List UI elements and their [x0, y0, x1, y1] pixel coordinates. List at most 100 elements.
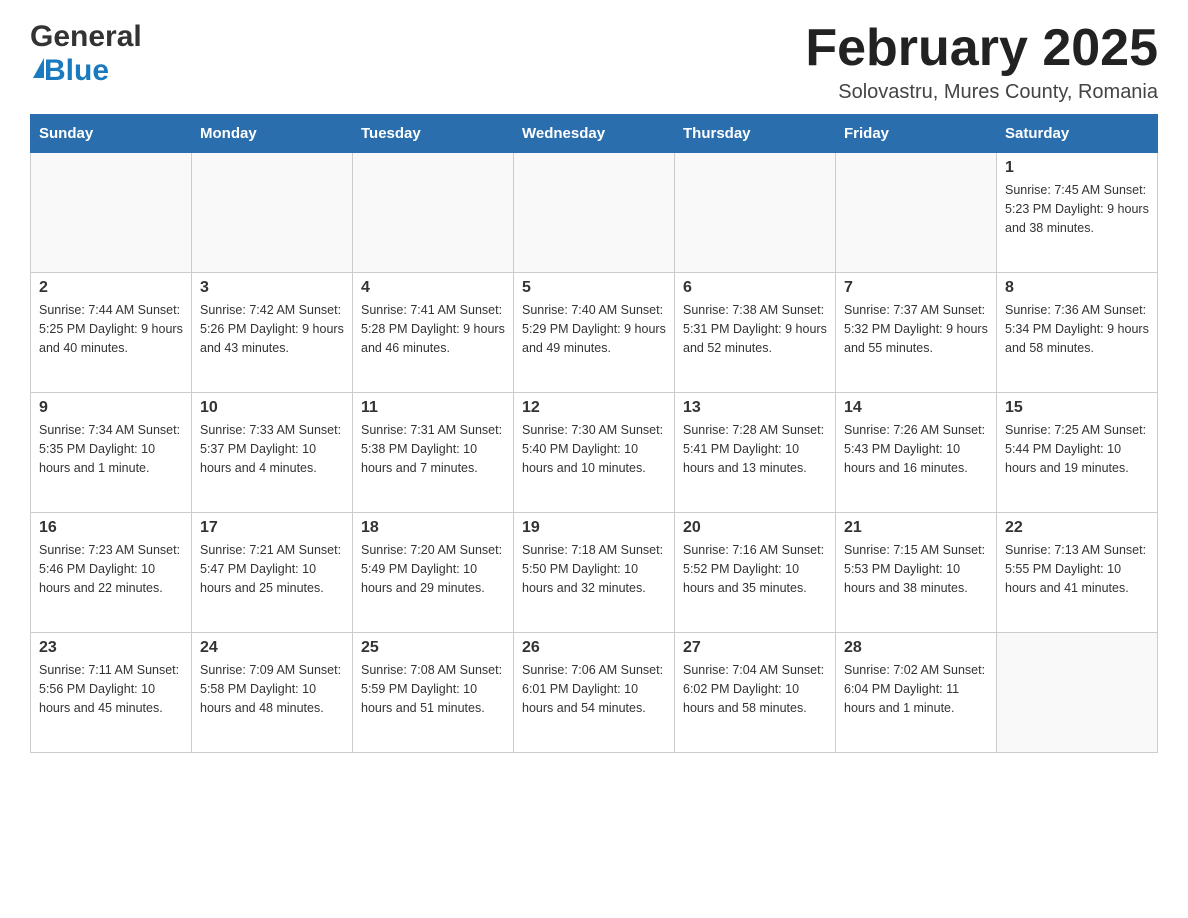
- day-number: 15: [1005, 399, 1149, 417]
- day-info: Sunrise: 7:42 AM Sunset: 5:26 PM Dayligh…: [200, 301, 344, 357]
- day-number: 20: [683, 519, 827, 537]
- month-title: February 2025: [805, 20, 1158, 77]
- calendar-day-cell: 6Sunrise: 7:38 AM Sunset: 5:31 PM Daylig…: [675, 273, 836, 393]
- day-info: Sunrise: 7:30 AM Sunset: 5:40 PM Dayligh…: [522, 421, 666, 477]
- day-number: 5: [522, 279, 666, 297]
- day-number: 8: [1005, 279, 1149, 297]
- day-info: Sunrise: 7:41 AM Sunset: 5:28 PM Dayligh…: [361, 301, 505, 357]
- calendar-day-cell: [675, 153, 836, 273]
- weekday-header-monday: Monday: [192, 115, 353, 153]
- calendar-day-cell: [514, 153, 675, 273]
- logo-blue-text: Blue: [44, 54, 109, 88]
- day-number: 2: [39, 279, 183, 297]
- calendar-day-cell: [353, 153, 514, 273]
- day-info: Sunrise: 7:33 AM Sunset: 5:37 PM Dayligh…: [200, 421, 344, 477]
- day-number: 19: [522, 519, 666, 537]
- day-number: 18: [361, 519, 505, 537]
- day-number: 12: [522, 399, 666, 417]
- day-info: Sunrise: 7:38 AM Sunset: 5:31 PM Dayligh…: [683, 301, 827, 357]
- day-info: Sunrise: 7:18 AM Sunset: 5:50 PM Dayligh…: [522, 541, 666, 597]
- day-number: 3: [200, 279, 344, 297]
- day-number: 11: [361, 399, 505, 417]
- day-info: Sunrise: 7:06 AM Sunset: 6:01 PM Dayligh…: [522, 661, 666, 717]
- calendar-week-row: 23 Sunrise: 7:11 AM Sunset: 5:56 PM Dayli…: [31, 633, 1158, 753]
- day-info: Sunrise: 7:34 AM Sunset: 5:35 PM Dayligh…: [39, 421, 183, 477]
- day-number: 9: [39, 399, 183, 417]
- day-info: Sunrise: 7:44 AM Sunset: 5:25 PM Dayligh…: [39, 301, 183, 357]
- page-header: General Blue February 2025 Solovastru, M…: [30, 20, 1158, 104]
- calendar-day-cell: 13 Sunrise: 7:28 AM Sunset: 5:41 PM Dayli…: [675, 393, 836, 513]
- day-info: Sunrise: 7:11 AM Sunset: 5:56 PM Dayligh…: [39, 661, 183, 717]
- day-info: Sunrise: 7:04 AM Sunset: 6:02 PM Dayligh…: [683, 661, 827, 717]
- weekday-header-friday: Friday: [836, 115, 997, 153]
- day-info: Sunrise: 7:15 AM Sunset: 5:53 PM Dayligh…: [844, 541, 988, 597]
- calendar-day-cell: 7 Sunrise: 7:37 AM Sunset: 5:32 PM Daylig…: [836, 273, 997, 393]
- weekday-header-saturday: Saturday: [997, 115, 1158, 153]
- day-number: 23: [39, 639, 183, 657]
- day-info: Sunrise: 7:21 AM Sunset: 5:47 PM Dayligh…: [200, 541, 344, 597]
- calendar-day-cell: 3 Sunrise: 7:42 AM Sunset: 5:26 PM Daylig…: [192, 273, 353, 393]
- calendar-day-cell: 1 Sunrise: 7:45 AM Sunset: 5:23 PM Daylig…: [997, 153, 1158, 273]
- day-info: Sunrise: 7:02 AM Sunset: 6:04 PM Dayligh…: [844, 661, 988, 717]
- day-number: 4: [361, 279, 505, 297]
- calendar-header-row: SundayMondayTuesdayWednesdayThursdayFrid…: [31, 115, 1158, 153]
- day-info: Sunrise: 7:26 AM Sunset: 5:43 PM Dayligh…: [844, 421, 988, 477]
- day-number: 26: [522, 639, 666, 657]
- logo: General Blue: [30, 20, 142, 88]
- calendar-day-cell: 25 Sunrise: 7:08 AM Sunset: 5:59 PM Dayli…: [353, 633, 514, 753]
- weekday-header-tuesday: Tuesday: [353, 115, 514, 153]
- day-number: 17: [200, 519, 344, 537]
- day-number: 14: [844, 399, 988, 417]
- day-info: Sunrise: 7:36 AM Sunset: 5:34 PM Dayligh…: [1005, 301, 1149, 357]
- day-number: 27: [683, 639, 827, 657]
- calendar-day-cell: 5Sunrise: 7:40 AM Sunset: 5:29 PM Daylig…: [514, 273, 675, 393]
- calendar-day-cell: 9 Sunrise: 7:34 AM Sunset: 5:35 PM Daylig…: [31, 393, 192, 513]
- calendar-day-cell: 2 Sunrise: 7:44 AM Sunset: 5:25 PM Daylig…: [31, 273, 192, 393]
- day-number: 28: [844, 639, 988, 657]
- logo-general-text: General: [30, 20, 142, 54]
- calendar-week-row: 2 Sunrise: 7:44 AM Sunset: 5:25 PM Daylig…: [31, 273, 1158, 393]
- calendar-day-cell: 12 Sunrise: 7:30 AM Sunset: 5:40 PM Dayli…: [514, 393, 675, 513]
- day-info: Sunrise: 7:31 AM Sunset: 5:38 PM Dayligh…: [361, 421, 505, 477]
- calendar-day-cell: 26 Sunrise: 7:06 AM Sunset: 6:01 PM Dayli…: [514, 633, 675, 753]
- calendar-day-cell: 8 Sunrise: 7:36 AM Sunset: 5:34 PM Daylig…: [997, 273, 1158, 393]
- weekday-header-wednesday: Wednesday: [514, 115, 675, 153]
- day-number: 22: [1005, 519, 1149, 537]
- calendar-day-cell: 21 Sunrise: 7:15 AM Sunset: 5:53 PM Dayli…: [836, 513, 997, 633]
- calendar-day-cell: 11 Sunrise: 7:31 AM Sunset: 5:38 PM Dayli…: [353, 393, 514, 513]
- calendar-day-cell: [192, 153, 353, 273]
- calendar-week-row: 16 Sunrise: 7:23 AM Sunset: 5:46 PM Dayli…: [31, 513, 1158, 633]
- calendar-day-cell: 22 Sunrise: 7:13 AM Sunset: 5:55 PM Dayli…: [997, 513, 1158, 633]
- calendar-day-cell: 10Sunrise: 7:33 AM Sunset: 5:37 PM Dayli…: [192, 393, 353, 513]
- day-number: 16: [39, 519, 183, 537]
- day-info: Sunrise: 7:13 AM Sunset: 5:55 PM Dayligh…: [1005, 541, 1149, 597]
- calendar-day-cell: 24Sunrise: 7:09 AM Sunset: 5:58 PM Dayli…: [192, 633, 353, 753]
- day-info: Sunrise: 7:45 AM Sunset: 5:23 PM Dayligh…: [1005, 181, 1149, 237]
- day-info: Sunrise: 7:08 AM Sunset: 5:59 PM Dayligh…: [361, 661, 505, 717]
- day-info: Sunrise: 7:28 AM Sunset: 5:41 PM Dayligh…: [683, 421, 827, 477]
- calendar-day-cell: 4 Sunrise: 7:41 AM Sunset: 5:28 PM Daylig…: [353, 273, 514, 393]
- location-subtitle: Solovastru, Mures County, Romania: [805, 81, 1158, 104]
- day-info: Sunrise: 7:23 AM Sunset: 5:46 PM Dayligh…: [39, 541, 183, 597]
- calendar-day-cell: 14 Sunrise: 7:26 AM Sunset: 5:43 PM Dayli…: [836, 393, 997, 513]
- day-info: Sunrise: 7:09 AM Sunset: 5:58 PM Dayligh…: [200, 661, 344, 717]
- weekday-header-thursday: Thursday: [675, 115, 836, 153]
- calendar-week-row: 9 Sunrise: 7:34 AM Sunset: 5:35 PM Daylig…: [31, 393, 1158, 513]
- calendar-day-cell: 17 Sunrise: 7:21 AM Sunset: 5:47 PM Dayli…: [192, 513, 353, 633]
- day-number: 7: [844, 279, 988, 297]
- calendar-day-cell: [31, 153, 192, 273]
- day-number: 1: [1005, 159, 1149, 177]
- calendar-day-cell: 16 Sunrise: 7:23 AM Sunset: 5:46 PM Dayli…: [31, 513, 192, 633]
- day-info: Sunrise: 7:37 AM Sunset: 5:32 PM Dayligh…: [844, 301, 988, 357]
- day-number: 13: [683, 399, 827, 417]
- title-block: February 2025 Solovastru, Mures County, …: [805, 20, 1158, 104]
- calendar-day-cell: 27 Sunrise: 7:04 AM Sunset: 6:02 PM Dayli…: [675, 633, 836, 753]
- logo-triangle-icon: [33, 58, 44, 78]
- calendar-day-cell: 15Sunrise: 7:25 AM Sunset: 5:44 PM Dayli…: [997, 393, 1158, 513]
- day-number: 21: [844, 519, 988, 537]
- day-number: 25: [361, 639, 505, 657]
- calendar-day-cell: 19 Sunrise: 7:18 AM Sunset: 5:50 PM Dayli…: [514, 513, 675, 633]
- calendar-day-cell: [836, 153, 997, 273]
- day-info: Sunrise: 7:16 AM Sunset: 5:52 PM Dayligh…: [683, 541, 827, 597]
- calendar-day-cell: 20 Sunrise: 7:16 AM Sunset: 5:52 PM Dayli…: [675, 513, 836, 633]
